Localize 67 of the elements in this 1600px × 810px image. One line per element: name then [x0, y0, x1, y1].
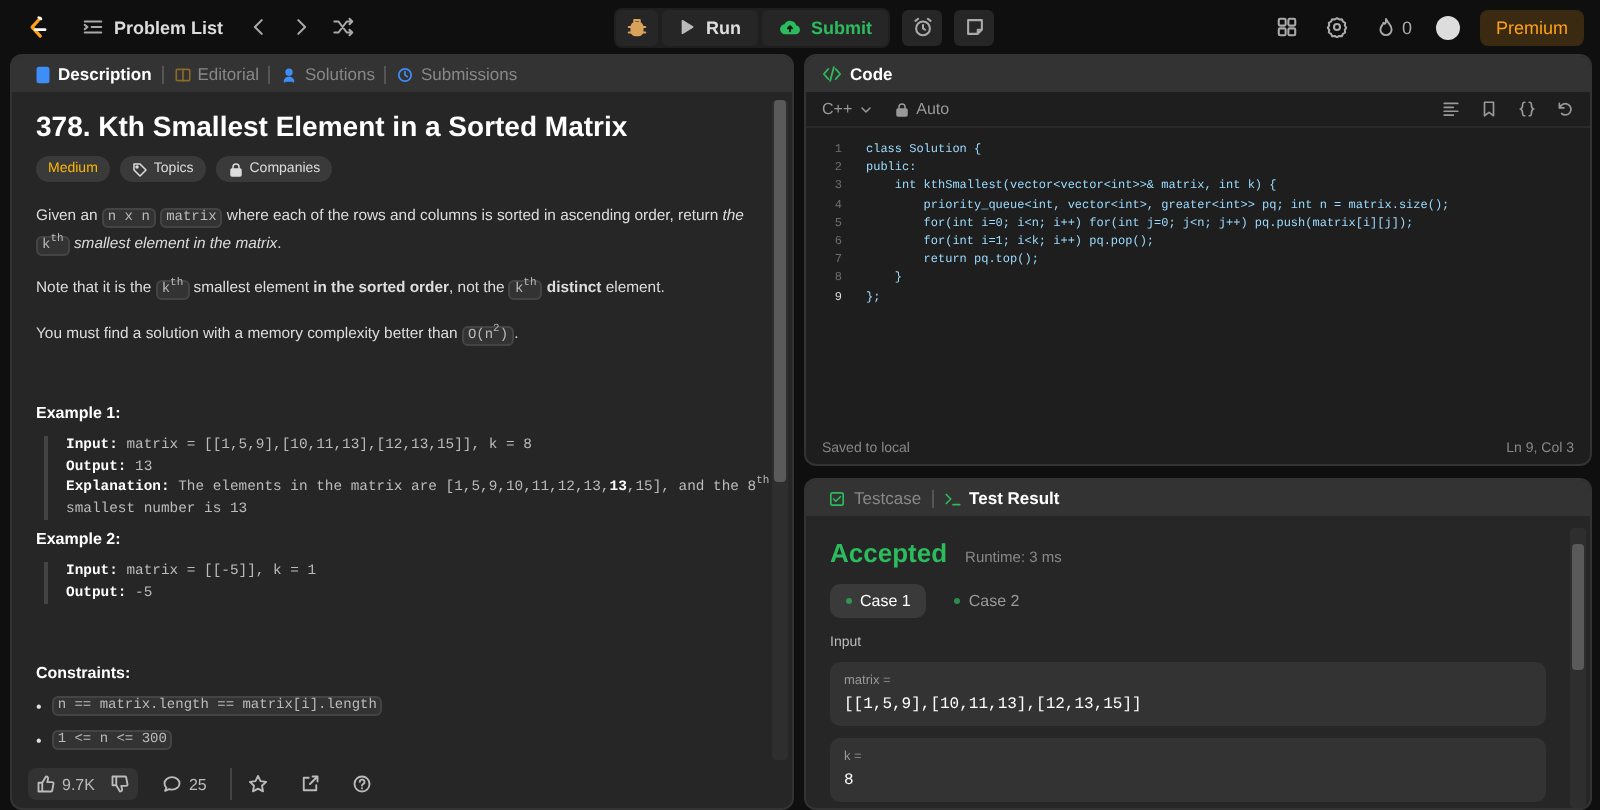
tab[interactable]: Testcase: [818, 489, 934, 507]
result-status: Accepted: [830, 538, 948, 568]
case-tab[interactable]: Case 2: [938, 584, 1036, 618]
settings-button[interactable]: [1321, 12, 1352, 42]
speech-bubble-icon: [162, 774, 183, 794]
lock-icon: [227, 161, 244, 177]
tab[interactable]: Test Result: [933, 489, 1070, 507]
avatar[interactable]: [1435, 15, 1460, 39]
submit-button[interactable]: Submit: [761, 9, 888, 45]
tab[interactable]: Editorial: [163, 65, 271, 83]
document-icon: [34, 65, 52, 83]
list-icon: [82, 16, 104, 38]
language-dropdown[interactable]: C++: [822, 100, 875, 118]
alarm-clock-button[interactable]: [902, 9, 942, 45]
play-icon: [678, 18, 696, 36]
terminal-icon: [943, 489, 962, 507]
thumbs-up-icon: [36, 774, 56, 794]
help-icon: [352, 774, 373, 794]
book-icon: [173, 65, 192, 83]
grid-icon: [1275, 16, 1298, 38]
debug-button[interactable]: [616, 9, 658, 45]
braces-button[interactable]: [1518, 100, 1536, 118]
streak-button[interactable]: 0: [1371, 12, 1416, 42]
bug-icon: [626, 16, 648, 38]
scrollbar[interactable]: [1570, 528, 1586, 808]
premium-button[interactable]: Premium: [1479, 9, 1584, 45]
flame-icon: [1375, 16, 1396, 38]
caret-icon: [858, 101, 875, 117]
tab[interactable]: Submissions: [386, 65, 528, 83]
note-button[interactable]: [954, 9, 994, 45]
reset-button[interactable]: [1556, 100, 1574, 118]
braces-icon: [1518, 100, 1536, 118]
bookmark-icon: [1480, 100, 1498, 118]
undo-icon: [1556, 100, 1574, 118]
autocomplete-toggle[interactable]: Auto: [894, 100, 950, 118]
input-value: [[1,5,9],[10,11,13],[12,13,15]]: [844, 696, 1144, 714]
checkbox-icon: [828, 489, 846, 507]
star-icon: [248, 774, 269, 794]
format-button[interactable]: [1442, 100, 1460, 118]
problem-title: 378. Kth Smallest Element in a Sorted Matrix: [36, 110, 630, 142]
example-heading: Example 1:: [36, 404, 123, 422]
clock-icon: [396, 65, 415, 83]
constraints-heading: Constraints:: [36, 664, 133, 682]
comments-button[interactable]: 25: [154, 768, 215, 800]
panel-title: Code: [850, 64, 893, 84]
input-value: 8: [844, 772, 856, 790]
case-tab[interactable]: Case 1: [830, 584, 927, 618]
align-left-icon: [1442, 100, 1460, 118]
code-icon: [822, 64, 842, 84]
tab[interactable]: Description: [24, 65, 164, 83]
settings-icon: [1325, 16, 1348, 38]
problem-list-link[interactable]: Problem List: [82, 16, 224, 38]
share-icon: [300, 774, 321, 794]
scrollbar[interactable]: [772, 100, 788, 760]
example-heading: Example 2:: [36, 530, 123, 548]
run-button[interactable]: Run: [662, 9, 757, 45]
tag-icon: [131, 161, 148, 177]
bullet: •: [36, 731, 42, 749]
alarm-clock-icon: [911, 16, 933, 38]
bookmark-button[interactable]: [1480, 100, 1498, 118]
shuffle-icon: [331, 16, 356, 38]
thumbs-down-icon: [110, 774, 131, 794]
bullet: •: [36, 697, 42, 715]
tab[interactable]: Solutions: [270, 65, 387, 83]
note-icon: [963, 16, 985, 38]
cloud-upload-icon: [777, 16, 801, 38]
lock-icon: [894, 101, 911, 117]
